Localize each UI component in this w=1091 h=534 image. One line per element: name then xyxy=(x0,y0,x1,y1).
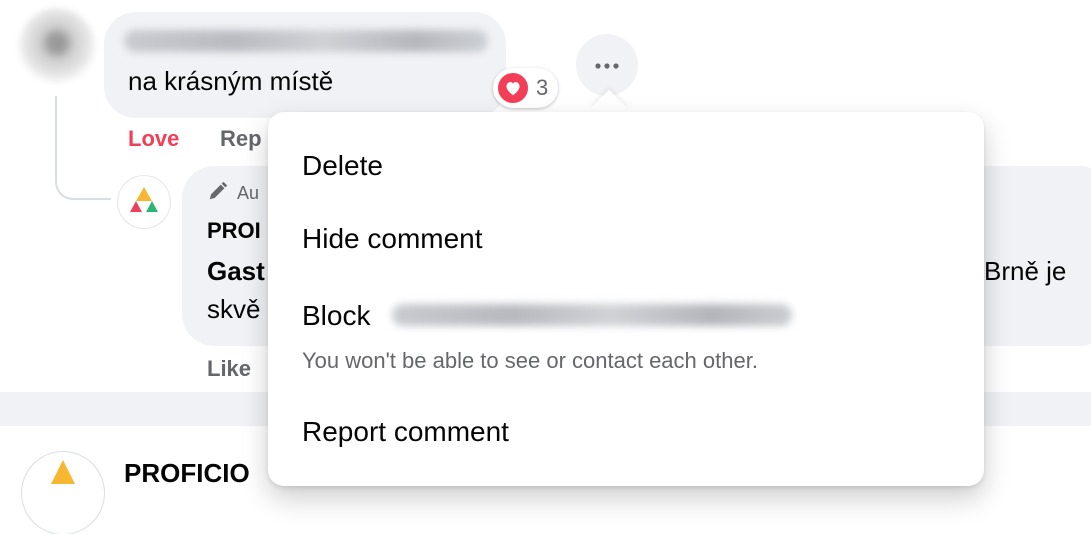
love-button[interactable]: Love xyxy=(128,126,179,152)
author-badge: Au xyxy=(207,180,259,207)
heart-icon xyxy=(496,71,530,105)
menu-item-delete[interactable]: Delete xyxy=(302,150,383,182)
menu-item-block-subtitle: You won't be able to see or contact each… xyxy=(302,348,758,373)
reply-text-line2: skvě xyxy=(207,294,261,324)
comment-options-menu: Delete Hide comment Block You won't be a… xyxy=(268,112,984,486)
commenter-name-redacted[interactable] xyxy=(124,30,488,52)
more-options-icon xyxy=(595,56,619,74)
page-logo-icon xyxy=(126,185,162,220)
reaction-summary[interactable]: 3 xyxy=(493,68,559,108)
menu-item-hide-comment[interactable]: Hide comment xyxy=(302,223,483,255)
page-logo-icon xyxy=(43,458,83,534)
menu-item-block[interactable]: Block xyxy=(302,300,370,332)
reply-text-line1-end: Brně je xyxy=(984,256,1067,286)
reply-author-name[interactable]: PROI xyxy=(207,218,261,244)
page-avatar[interactable] xyxy=(118,176,170,228)
like-button[interactable]: Like xyxy=(207,356,251,382)
next-post-name[interactable]: PROFICIO xyxy=(124,458,250,489)
comment-bubble xyxy=(104,12,506,118)
thread-connector xyxy=(55,96,111,200)
next-post-avatar[interactable] xyxy=(22,452,104,534)
menu-item-report-comment[interactable]: Report comment xyxy=(302,416,509,448)
block-target-name-redacted xyxy=(392,304,792,326)
pencil-icon xyxy=(207,180,229,207)
reply-button[interactable]: Rep xyxy=(220,126,262,152)
commenter-avatar[interactable] xyxy=(18,8,96,86)
comment-text: na krásným místě xyxy=(128,66,334,96)
reply-text-line1: Gast xyxy=(207,256,265,286)
reaction-count: 3 xyxy=(536,75,549,100)
author-badge-label: Au xyxy=(237,183,260,203)
more-options-button[interactable] xyxy=(576,34,638,96)
